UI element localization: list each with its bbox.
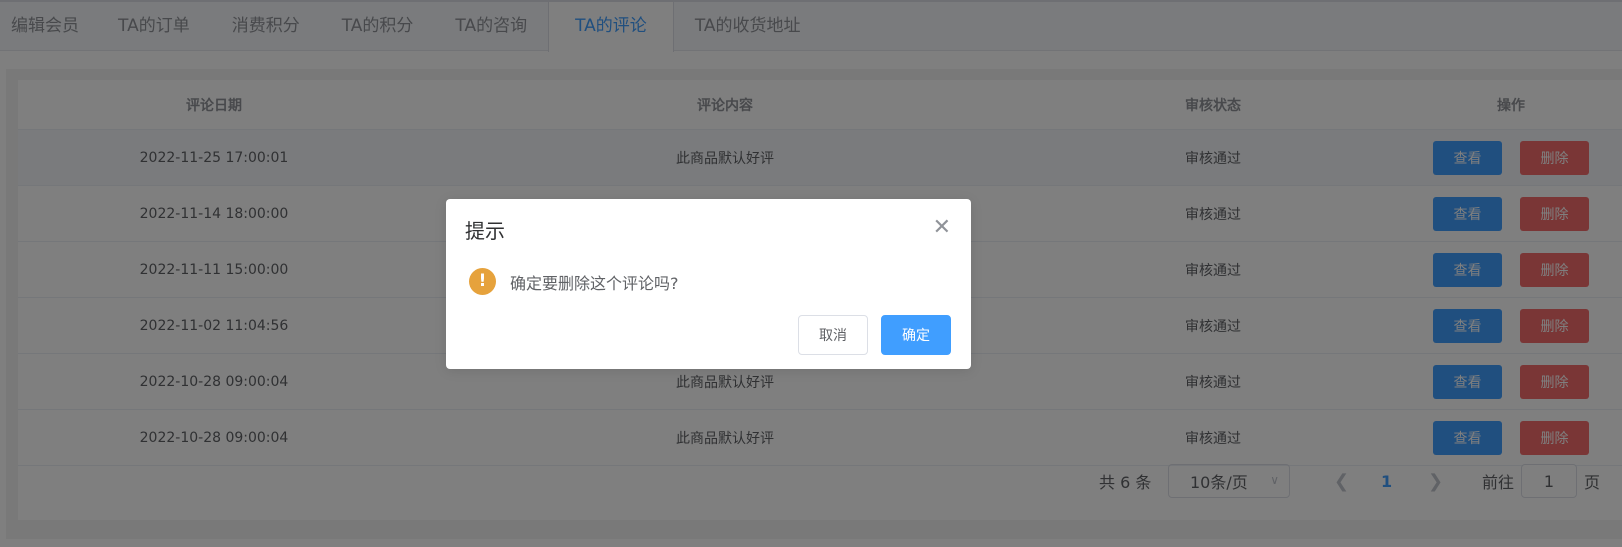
cancel-button[interactable]: 取消: [798, 315, 868, 355]
confirm-button[interactable]: 确定: [881, 315, 951, 355]
dialog-message: 确定要删除这个评论吗?: [510, 274, 679, 293]
warning-icon: !: [469, 268, 496, 295]
dialog-title: 提示: [465, 219, 505, 243]
confirm-dialog: 提示 ✕ ! 确定要删除这个评论吗? 取消 确定: [446, 199, 971, 369]
close-icon[interactable]: ✕: [933, 217, 951, 239]
